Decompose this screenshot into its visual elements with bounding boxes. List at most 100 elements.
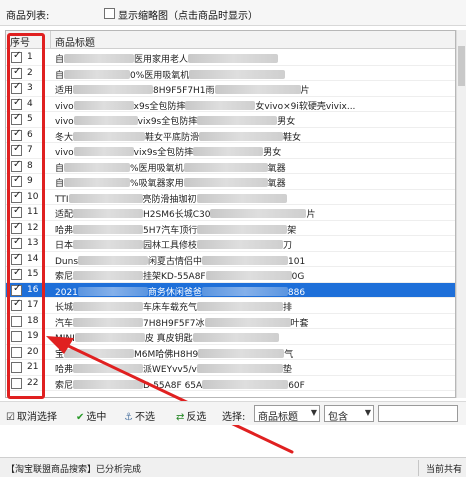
row-checkbox[interactable]: ✓ [11,143,22,156]
table-row[interactable]: ✓ 1 自 医用家用老人 [6,50,455,66]
table-row[interactable]: ✓ 7 vivo vix9s全包防摔 男女 [6,143,455,159]
row-checkbox[interactable]: ✓ [11,190,22,203]
field-select[interactable]: 商品标题 ▼ [254,405,320,422]
blurred-text [73,364,144,373]
row-title: 适用 8H9F5F7H1雨 片 [55,83,453,95]
row-checkbox[interactable]: ✓ [11,283,22,296]
table-row[interactable]: ✓ 2 自 0%医用吸氧机 [6,66,455,81]
row-checkbox[interactable]: ✓ [11,298,22,311]
title-visible-fragment: 闲夏古情侣中 [148,256,203,266]
filter-input[interactable] [378,405,458,422]
blurred-text [196,364,283,373]
title-visible-fragment: 挂架KD-55A8F [143,272,206,281]
row-title: 2021 商务休闲爸爸 886 [55,285,453,297]
row-index: 6 [27,129,33,140]
table-row[interactable]: ✓ 12 哈弗 5H7汽车顶行 架 [6,221,455,236]
blurred-text [193,147,264,156]
row-checkbox[interactable]: ✓ [11,81,22,94]
table-row[interactable]: ✓ 18 汽车 7H8H9F5F7冰 叶套 [6,314,455,329]
select-button[interactable]: ✔ 选中 [76,408,106,423]
title-visible-fragment: 汽车 [55,318,74,328]
title-visible-fragment: vix9s全包防摔 [133,148,194,157]
table-row[interactable]: ✓ 19 MINI 皮 真皮钥匙 [6,329,455,345]
row-index: 19 [27,331,39,341]
title-visible-fragment: 哈弗 [55,225,74,235]
cancel-selection-button[interactable]: ☑ 取消选择 [6,408,57,423]
row-title: 自 %吸氧器家用 氧器 [55,176,453,188]
title-visible-fragment: 园林工具修枝 [143,241,198,250]
table-row[interactable]: ✓ 8 自 %医用吸氧机 氧器 [6,159,455,174]
row-index: 9 [27,176,33,186]
title-visible-fragment: 氧器 [267,179,286,188]
table-row[interactable]: ✓ 22 索尼 D-55A8F 65A 60F [6,376,455,391]
title-visible-fragment: Duns [55,256,79,266]
table-row[interactable]: ✓ 15 索尼 挂架KD-55A8F 0G [6,267,455,283]
table-row[interactable]: ✓ 11 适配 H2SM6长城C30 片 [6,205,455,221]
unselect-button[interactable]: ⚓ 不选 [124,408,155,423]
table-row[interactable]: ✓ 20 宝 M6M哈佛H8H9 气 [6,345,455,360]
table-row[interactable]: ✓ 21 哈弗 派WEYvv5/v 垫 [6,360,455,376]
table-row[interactable]: ✓ 6 冬大 鞋女平底防滑 鞋女 [6,128,455,143]
top-bar: 商品列表: 显示缩略图（点击商品时显示） [0,0,466,26]
table-row[interactable]: ✓ 17 长城 车床车载充气 排 [6,298,455,314]
table-row[interactable]: ✓ 16 2021 商务休闲爸爸 886 [6,282,455,298]
row-checkbox[interactable]: ✓ [11,236,22,249]
scrollbar-thumb[interactable] [458,46,465,86]
table-row[interactable]: ✓ 4 vivo x9s全包防摔 女vivo×9i软硬壳vivix... [6,97,455,112]
row-checkbox[interactable]: ✓ [11,221,22,234]
row-checkbox[interactable]: ✓ [11,159,22,172]
row-checkbox[interactable]: ✓ [11,205,22,218]
row-title: vivo x9s全包防摔 女vivo×9i软硬壳vivix... [55,99,453,111]
table-row[interactable]: ✓ 14 Duns 闲夏古情侣中 101 [6,252,455,267]
row-title: 自 %医用吸氧机 氧器 [55,161,453,173]
table-row[interactable]: ✓ 3 适用 8H9F5F7H1雨 片 [6,81,455,97]
row-title: Duns 闲夏古情侣中 101 [55,254,453,266]
row-index: 12 [27,222,39,233]
table-row[interactable]: ✓ 5 vivo vix9s全包防摔 男女 [6,112,455,128]
blurred-text [73,116,138,125]
match-mode-select[interactable]: 包含 ▼ [324,405,374,422]
row-title: 索尼 挂架KD-55A8F 0G [55,269,453,281]
row-title: vivo vix9s全包防摔 男女 [55,114,453,126]
status-divider [418,460,419,476]
row-checkbox[interactable]: ✓ [11,315,22,327]
column-header-title[interactable]: 商品标题 [55,34,95,49]
row-checkbox[interactable]: ✓ [11,331,22,342]
row-title: 索尼 D-55A8F 65A 60F [55,378,453,390]
blurred-text [68,193,143,203]
title-visible-fragment: 皮 真皮钥匙 [144,334,193,343]
invert-selection-button[interactable]: ⇄ 反选 [176,408,206,423]
status-count: 当前共有 [425,465,462,475]
row-checkbox[interactable]: ✓ [11,112,22,125]
column-divider [50,31,51,49]
row-checkbox[interactable]: ✓ [11,252,22,265]
show-thumbnail-checkbox[interactable] [104,8,115,19]
row-index: 2 [27,67,33,78]
row-checkbox[interactable]: ✓ [11,377,22,389]
row-checkbox[interactable]: ✓ [11,50,22,63]
title-visible-fragment: 车床车载充气 [143,303,198,312]
column-header-index[interactable]: 序号 [10,34,50,49]
show-thumbnail-label[interactable]: 显示缩略图（点击商品时显示） [118,7,258,22]
row-title: 适配 H2SM6长城C30 片 [55,207,453,219]
title-visible-fragment: vivo [55,117,74,126]
table-row[interactable]: ✓ 10 TTI 亮防滑抽珈初 [6,190,455,205]
row-checkbox[interactable]: ✓ [11,346,22,358]
table-row[interactable]: ✓ 9 自 %吸氧器家用 氧器 [6,174,455,190]
blurred-text [73,85,154,94]
row-index: 1 [27,52,33,62]
row-checkbox[interactable]: ✓ [11,97,22,110]
row-checkbox[interactable]: ✓ [11,362,22,373]
row-checkbox[interactable]: ✓ [11,174,22,187]
table-row[interactable]: ✓ 13 日本 园林工具修枝 刀 [6,236,455,252]
checkmark-icon: ✓ [13,112,22,123]
title-visible-fragment: 7H8H9F5F7冰 [143,318,205,328]
title-visible-fragment: D-55A8F 65A [143,380,203,390]
row-checkbox[interactable]: ✓ [11,128,22,141]
title-visible-fragment: 氧器 [267,163,286,173]
checkmark-icon: ✓ [13,267,22,278]
row-index: 17 [27,300,39,310]
row-checkbox[interactable]: ✓ [11,66,22,79]
vertical-scrollbar[interactable] [456,30,466,398]
row-checkbox[interactable]: ✓ [11,267,22,280]
